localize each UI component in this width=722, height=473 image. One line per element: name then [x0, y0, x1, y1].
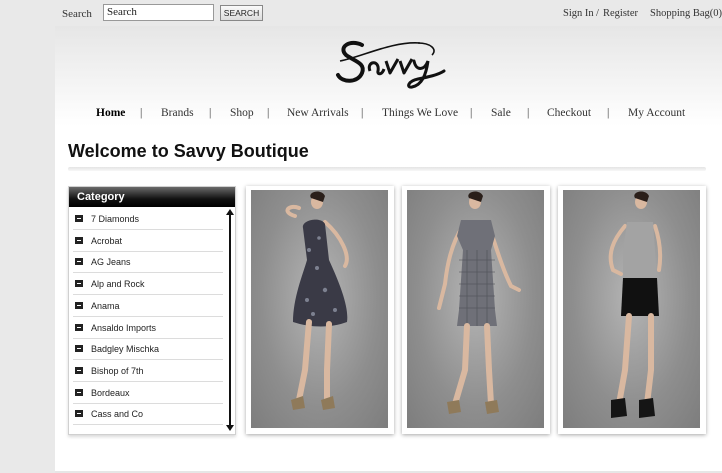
category-item[interactable]: Acrobat	[73, 231, 223, 252]
category-header: Category	[69, 187, 235, 207]
nav-separator: |	[209, 107, 212, 119]
savvy-logo[interactable]	[332, 31, 452, 93]
arrow-bullet-icon	[75, 366, 83, 374]
category-panel: Category 7 Diamonds Acrobat AG Jeans Alp…	[68, 186, 236, 435]
arrow-bullet-icon	[75, 345, 83, 353]
category-item-label: Ansaldo Imports	[91, 322, 157, 333]
nav-separator: |	[470, 107, 473, 119]
page-title: Welcome to Savvy Boutique	[68, 141, 309, 161]
category-item-label: Badgley Mischka	[91, 344, 160, 355]
category-item[interactable]: AG Jeans	[73, 252, 223, 274]
arrow-bullet-icon	[75, 388, 83, 396]
arrow-bullet-icon	[75, 301, 83, 309]
category-item-label: 7 Diamonds	[91, 214, 140, 224]
page-container: Home | Brands | Shop | New Arrivals | Th…	[55, 26, 722, 473]
model-gingham-dress-figure	[437, 191, 521, 414]
nav-sale[interactable]: Sale	[491, 107, 511, 119]
model-floral-dress-figure	[285, 191, 349, 410]
category-item[interactable]: Ansaldo Imports	[73, 318, 223, 339]
category-item[interactable]: Badgley Mischka	[73, 339, 223, 361]
shopping-bag-link[interactable]: Shopping Bag(0)	[650, 8, 722, 19]
category-item[interactable]: Bordeaux	[73, 383, 223, 404]
arrow-bullet-icon	[75, 323, 83, 331]
category-item-label: Alp and Rock	[91, 279, 145, 290]
nav-separator: |	[607, 107, 610, 119]
nav-separator: |	[527, 107, 530, 119]
nav-checkout[interactable]: Checkout	[547, 107, 591, 119]
nav-my-account[interactable]: My Account	[628, 107, 685, 119]
product-card[interactable]	[558, 186, 706, 434]
category-item-label: Bishop of 7th	[91, 365, 144, 376]
category-item-label: Anama	[91, 300, 120, 311]
main-nav: Home | Brands | Shop | New Arrivals | Th…	[55, 107, 722, 125]
scroll-down-arrow-icon[interactable]	[226, 425, 234, 431]
nav-home[interactable]: Home	[96, 107, 125, 119]
category-item[interactable]: 7 Diamonds	[73, 209, 223, 230]
category-item-label: AG Jeans	[91, 257, 131, 268]
category-item-label: Bordeaux	[91, 387, 130, 398]
category-item-label: Acrobat	[91, 235, 123, 246]
register-link[interactable]: Register	[603, 8, 638, 19]
model-grey-tank-figure	[608, 191, 663, 418]
nav-shop[interactable]: Shop	[230, 107, 254, 119]
product-photo[interactable]	[407, 190, 544, 428]
product-photo[interactable]	[563, 190, 700, 428]
search-label: Search	[62, 8, 92, 20]
scroll-up-arrow-icon[interactable]	[226, 209, 234, 215]
nav-separator: |	[361, 107, 364, 119]
nav-brands[interactable]: Brands	[161, 107, 194, 119]
arrow-bullet-icon	[75, 410, 83, 418]
nav-separator: |	[267, 107, 270, 119]
nav-new-arrivals[interactable]: New Arrivals	[287, 107, 349, 119]
category-item[interactable]: Anama	[73, 296, 223, 317]
arrow-bullet-icon	[75, 258, 83, 266]
product-photo[interactable]	[251, 190, 388, 428]
sign-in-link[interactable]: Sign In	[563, 8, 594, 19]
arrow-bullet-icon	[75, 236, 83, 244]
product-card[interactable]	[402, 186, 550, 434]
search-button[interactable]: SEARCH	[220, 5, 263, 21]
top-bar: Search Search SEARCH Sign In / Register …	[0, 0, 722, 26]
category-item[interactable]: Bishop of 7th	[73, 361, 223, 382]
category-title: Category	[77, 191, 125, 203]
category-item[interactable]: Cass and Co	[73, 404, 223, 426]
nav-separator: |	[140, 107, 143, 119]
arrow-bullet-icon	[75, 215, 83, 222]
product-card[interactable]	[246, 186, 394, 434]
category-item[interactable]: Alp and Rock	[73, 274, 223, 296]
nav-things-we-love[interactable]: Things We Love	[382, 107, 458, 119]
category-item-label: Cass and Co	[91, 409, 144, 420]
account-separator: /	[596, 8, 599, 19]
title-divider	[68, 167, 706, 171]
arrow-bullet-icon	[75, 280, 83, 288]
logo-script-icon	[336, 40, 446, 89]
search-input[interactable]: Search	[103, 4, 214, 21]
category-scrollbar[interactable]	[229, 213, 231, 429]
